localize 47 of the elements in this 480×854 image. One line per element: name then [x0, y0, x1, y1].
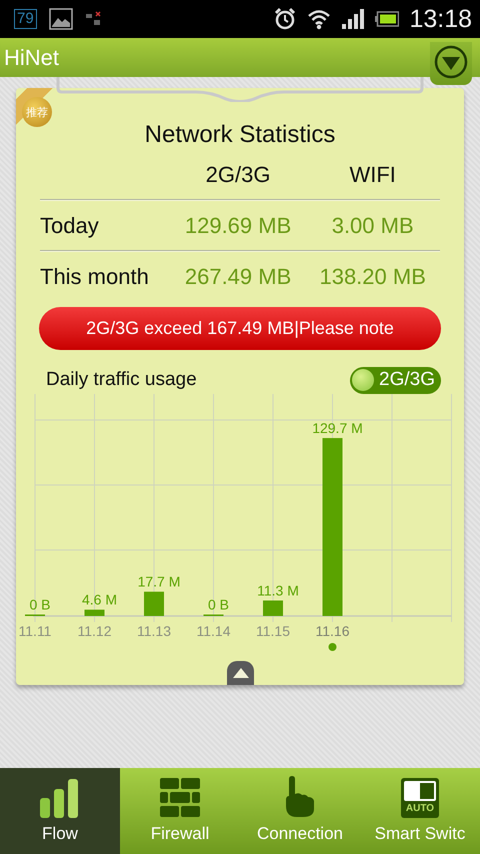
usage-value: 138.20 MB [318, 264, 427, 290]
auto-switch-icon: AUTO [401, 778, 439, 818]
usage-value: 129.69 MB [184, 212, 292, 238]
date-label: 11.15 [256, 623, 290, 639]
pointing-hand-icon [283, 776, 317, 818]
value-label: 0 B [30, 596, 50, 612]
nav-tab[interactable]: Flow [0, 768, 120, 854]
network-icon [84, 11, 103, 27]
section-title: Daily traffic usage [46, 369, 197, 391]
nav-tab[interactable]: Connection [240, 768, 360, 854]
brick-wall-icon [160, 778, 200, 818]
bar [263, 600, 283, 616]
nav-tab[interactable]: Firewall [120, 768, 240, 854]
clock-time: 13:18 [409, 4, 472, 34]
value-label: 129.7 M [312, 420, 363, 436]
date-label: 11.12 [78, 623, 112, 639]
bar [144, 592, 164, 616]
date-label: 11.13 [137, 623, 171, 639]
usage-value: 3.00 MB [330, 212, 415, 238]
nav-tab[interactable]: AUTO Smart Switc [360, 768, 480, 854]
column-header: 2G/3G [204, 162, 272, 188]
network-toggle[interactable]: 2G/3G [350, 366, 441, 394]
collapse-handle[interactable] [227, 661, 254, 685]
card-title: Network Statistics [144, 121, 336, 150]
bar [84, 610, 104, 616]
alarm-icon [273, 7, 298, 31]
row-label: Today [40, 212, 100, 238]
image-icon [48, 8, 73, 30]
value-label: 17.7 M [138, 574, 180, 590]
date-label: 11.16 [316, 623, 350, 639]
app-title: HiNet [4, 44, 60, 70]
battery-icon [375, 11, 400, 27]
value-label: 0 B [208, 596, 229, 612]
dropdown-button[interactable] [430, 42, 472, 85]
alert-banner: 2G/3G exceed 167.49 MB|Please note [39, 307, 441, 350]
usage-value: 267.49 MB [184, 264, 292, 290]
wifi-icon [307, 8, 332, 30]
signal-bars-icon [39, 778, 81, 818]
date-label: 11.14 [196, 623, 230, 639]
recommend-badge: 推荐 [22, 97, 52, 127]
notification-badge: 79 [14, 9, 37, 29]
column-header: WIFI [348, 162, 397, 188]
signal-icon [341, 8, 366, 30]
value-label: 11.3 M [257, 582, 299, 598]
row-label: This month [40, 264, 150, 290]
date-label: 11.11 [18, 623, 52, 639]
value-label: 4.6 M [82, 592, 117, 608]
